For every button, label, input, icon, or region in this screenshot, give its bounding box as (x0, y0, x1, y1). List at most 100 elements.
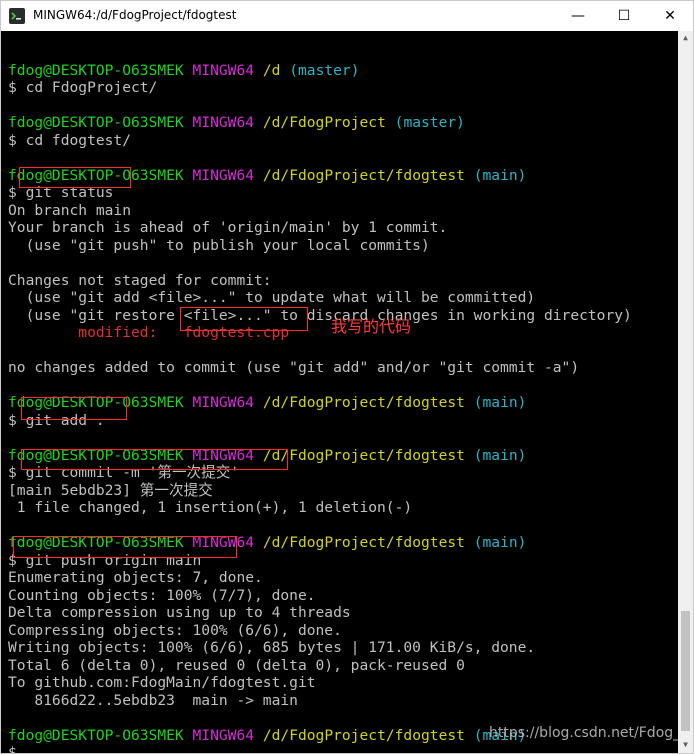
terminal-text: Enumerating objects: 7, done. (8, 569, 263, 586)
terminal-text: MINGW64 (192, 726, 255, 744)
terminal-line: 8166d22..5ebdb23 main -> main (8, 692, 678, 710)
terminal-text: MINGW64 (192, 61, 255, 79)
terminal-line: To github.com:FdogMain/fdogtest.git (8, 674, 678, 692)
terminal-text: /d/FdogProject/fdogtest (262, 726, 465, 744)
terminal-line: $ cd fdogtest/ (8, 132, 678, 150)
terminal-line: Compressing objects: 100% (6/6), done. (8, 622, 678, 640)
terminal-text: $ cd fdogtest/ (8, 131, 132, 149)
window-title: MINGW64:/d/FdogProject/fdogtest (33, 8, 237, 22)
highlight-modified-file (180, 307, 308, 331)
title-bar[interactable]: MINGW64:/d/FdogProject/fdogtest — ☐ ✕ (1, 1, 693, 31)
terminal-text: (use "git add <file>..." to update what … (8, 289, 536, 306)
terminal-line: Changes not staged for commit: (8, 272, 678, 290)
scroll-down-arrow-icon[interactable]: ▼ (678, 738, 693, 752)
terminal-line: Writing objects: 100% (6/6), 685 bytes |… (8, 639, 678, 657)
terminal-line: 1 file changed, 1 insertion(+), 1 deleti… (8, 499, 678, 517)
terminal-text: MINGW64 (192, 394, 255, 411)
scrollbar-thumb[interactable] (681, 611, 690, 731)
terminal-line: no changes added to commit (use "git add… (8, 359, 678, 377)
terminal-output[interactable]: fdog@DESKTOP-O63SMEK MINGW64 /d (master)… (1, 31, 678, 753)
terminal-text: /d/FdogProject/fdogtest (262, 446, 465, 464)
mingw-app-icon (9, 8, 25, 24)
terminal-line: fdog@DESKTOP-O63SMEK MINGW64 /d/FdogProj… (8, 114, 678, 132)
highlight-git-commit (21, 449, 288, 470)
terminal-text: $ (8, 744, 17, 753)
terminal-text: (main) (473, 534, 527, 551)
terminal-text: (use "git push" to publish your local co… (8, 236, 430, 254)
scroll-up-arrow-icon[interactable]: ▲ (678, 31, 693, 45)
terminal-text: [main 5ebdb23] 第一次提交 (8, 481, 213, 499)
terminal-text: Counting objects: 100% (7/7), done. (8, 586, 316, 604)
highlight-git-push (13, 536, 237, 558)
terminal-text: MINGW64 (192, 114, 255, 131)
terminal-text: /d/FdogProject/fdogtest (262, 394, 465, 411)
terminal-text: Your branch is ahead of 'origin/main' by… (8, 219, 448, 236)
minimize-button[interactable]: — (555, 1, 601, 31)
terminal-text: (main) (473, 166, 527, 184)
terminal-line: [main 5ebdb23] 第一次提交 (8, 482, 678, 500)
terminal-text: (master) (394, 114, 465, 131)
terminal-line: (use "git push" to publish your local co… (8, 237, 678, 255)
terminal-text: $ cd FdogProject/ (8, 79, 158, 96)
highlight-git-add (21, 397, 127, 420)
terminal-text: no changes added to commit (use "git add… (8, 359, 580, 376)
terminal-text: /d (262, 61, 281, 79)
terminal-text: 1 file changed, 1 insertion(+), 1 deleti… (8, 499, 413, 516)
annotation-label: 我写的代码 (331, 317, 412, 336)
terminal-text: Compressing objects: 100% (6/6), done. (8, 621, 342, 639)
terminal-line: On branch main (8, 202, 678, 220)
terminal-text: 8166d22..5ebdb23 main -> main (8, 691, 298, 709)
terminal-text: (master) (289, 61, 360, 79)
terminal-line: Counting objects: 100% (7/7), done. (8, 587, 678, 605)
terminal-text: fdog@DESKTOP-O63SMEK (8, 61, 184, 79)
terminal-line: Delta compression using up to 4 threads (8, 604, 678, 622)
terminal-text: (main) (473, 446, 527, 464)
terminal-line: fdog@DESKTOP-O63SMEK MINGW64 /d (master) (8, 62, 678, 80)
terminal-window: MINGW64:/d/FdogProject/fdogtest — ☐ ✕ fd… (0, 0, 694, 754)
close-button[interactable]: ✕ (647, 1, 693, 31)
terminal-text: (main) (473, 394, 527, 411)
terminal-text: (use "git restore <file>..." to discard … (8, 306, 632, 324)
watermark-text: https://blog.csdn.net/Fdog_ (489, 725, 678, 741)
terminal-line: $ cd FdogProject/ (8, 79, 678, 97)
terminal-text: /d/FdogProject/fdogtest (262, 166, 465, 184)
terminal-line: $ (8, 744, 678, 753)
terminal-text: Changes not staged for commit: (8, 271, 272, 289)
terminal-text: Writing objects: 100% (6/6), 685 bytes |… (8, 639, 536, 656)
terminal-text: Total 6 (delta 0), reused 0 (delta 0), p… (8, 656, 465, 674)
terminal-line: Enumerating objects: 7, done. (8, 569, 678, 587)
terminal-text: /d/FdogProject (262, 114, 386, 131)
terminal-line: Your branch is ahead of 'origin/main' by… (8, 219, 678, 237)
terminal-text: On branch main (8, 201, 132, 219)
terminal-line: (use "git add <file>..." to update what … (8, 289, 678, 307)
terminal-text: Delta compression using up to 4 threads (8, 604, 351, 621)
maximize-button[interactable]: ☐ (601, 1, 647, 31)
terminal-text: /d/FdogProject/fdogtest (262, 534, 465, 551)
highlight-git-status (19, 167, 131, 188)
vertical-scrollbar[interactable]: ▲ ▼ (678, 31, 693, 753)
terminal-text: To github.com:FdogMain/fdogtest.git (8, 674, 316, 691)
